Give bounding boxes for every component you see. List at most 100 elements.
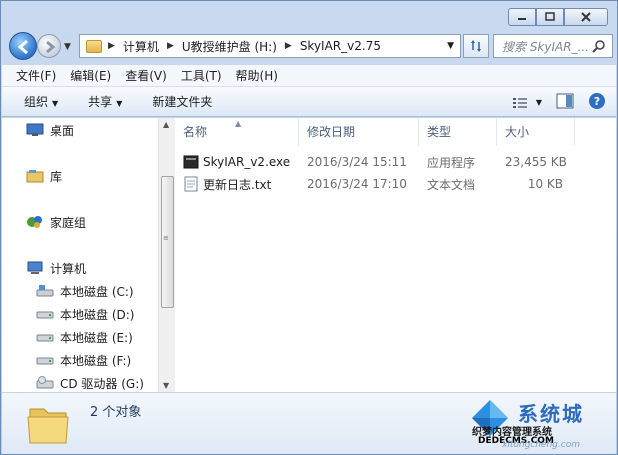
preview-pane-button[interactable] <box>556 93 574 112</box>
menu-edit[interactable]: 编辑(E) <box>70 67 111 84</box>
minimize-icon <box>518 18 526 20</box>
file-type: 应用程序 <box>427 155 476 170</box>
refresh-button[interactable] <box>463 34 489 58</box>
file-name-cell: SkyIAR_v2.exe <box>175 154 299 170</box>
scroll-down-icon[interactable]: ▼ <box>163 381 169 390</box>
nav-item-label: 本地磁盘 (F:) <box>60 353 132 368</box>
menu-view[interactable]: 查看(V) <box>125 67 167 84</box>
nav-item-drive-e[interactable]: 本地磁盘 (E:) <box>36 328 133 346</box>
share-button[interactable]: 共享 ▼ <box>88 93 122 110</box>
forward-button[interactable] <box>37 34 61 58</box>
column-header-date[interactable]: 修改日期 <box>299 118 419 146</box>
folder-icon <box>86 39 102 53</box>
navigation-pane: 桌面 库 家庭组 计算机 本地磁盘 (C:) 本地磁盘 (D:) 本地磁盘 (E… <box>2 118 175 392</box>
search-icon[interactable] <box>592 39 606 53</box>
details-view-icon <box>512 97 527 108</box>
nav-item-drive-f[interactable]: 本地磁盘 (F:) <box>36 351 131 369</box>
change-view-button[interactable]: ▼ <box>512 96 542 110</box>
file-date: 2016/3/24 17:10 <box>307 177 407 191</box>
file-row[interactable]: SkyIAR_v2.exe 2016/3/24 15:11 应用程序 23,45… <box>175 152 567 172</box>
watermark-text: xitongcheng.com <box>502 440 580 450</box>
nav-item-label: 本地磁盘 (C:) <box>60 284 134 299</box>
nav-item-label: 本地磁盘 (E:) <box>60 330 133 345</box>
system-drive-icon <box>36 285 54 297</box>
maximize-icon <box>545 12 555 21</box>
file-row[interactable]: 更新日志.txt 2016/3/24 17:10 文本文档 10 KB <box>175 174 567 194</box>
file-name: SkyIAR_v2.exe <box>203 155 291 169</box>
folder-icon <box>27 408 69 444</box>
caption-buttons <box>508 8 608 26</box>
close-button[interactable] <box>564 8 608 26</box>
nav-item-drive-c[interactable]: 本地磁盘 (C:) <box>36 282 134 300</box>
sort-ascending-icon: ▲ <box>235 119 242 128</box>
refresh-icon <box>471 40 481 52</box>
preview-pane-icon <box>556 93 574 109</box>
file-size: 23,455 KB <box>505 155 567 169</box>
organize-button[interactable]: 组织 ▼ <box>24 93 58 110</box>
nav-item-label: 计算机 <box>50 261 87 276</box>
menu-tools[interactable]: 工具(T) <box>181 67 222 84</box>
chevron-right-icon[interactable]: ▶ <box>285 41 292 51</box>
help-button[interactable]: ? <box>588 92 606 113</box>
column-label: 类型 <box>427 125 452 139</box>
nav-item-label: CD 驱动器 (G:) <box>60 376 144 391</box>
nav-item-homegroup[interactable]: 家庭组 <box>26 213 86 231</box>
file-type: 文本文档 <box>427 177 476 192</box>
exe-icon <box>183 155 199 169</box>
file-name: 更新日志.txt <box>203 177 272 192</box>
search-input[interactable]: 搜索 SkyIAR_... <box>493 34 613 58</box>
organize-label: 组织 <box>24 95 49 109</box>
column-header-size[interactable]: 大小 <box>497 118 575 146</box>
watermark: 系统城 织梦内容管理系统 DEDECMS.COM xitongcheng.com <box>468 396 608 450</box>
navigation-bar: ▼ ▶ 计算机 ▶ U教授维护盘 (H:) ▶ SkyIAR_v2.75 ▼ 搜… <box>7 31 613 61</box>
breadcrumb-folder[interactable]: SkyIAR_v2.75 <box>300 39 381 53</box>
drive-icon <box>36 357 54 365</box>
nav-item-drive-g[interactable]: CD 驱动器 (G:) <box>36 374 144 392</box>
scrollbar-thumb[interactable] <box>161 176 174 308</box>
chevron-right-icon[interactable]: ▶ <box>108 41 115 51</box>
breadcrumb-computer[interactable]: 计算机 <box>123 38 159 55</box>
address-bar[interactable]: ▶ 计算机 ▶ U教授维护盘 (H:) ▶ SkyIAR_v2.75 ▼ <box>79 34 461 58</box>
back-arrow-icon <box>17 39 28 55</box>
column-label: 名称 <box>183 125 208 139</box>
cd-drive-icon <box>36 376 54 389</box>
menu-file[interactable]: 文件(F) <box>16 67 56 84</box>
new-folder-label: 新建文件夹 <box>152 95 213 109</box>
recent-pages-dropdown[interactable]: ▼ <box>64 42 71 52</box>
scroll-up-icon[interactable]: ▲ <box>163 120 169 129</box>
nav-item-label: 桌面 <box>50 123 75 138</box>
drive-icon <box>36 334 54 342</box>
menu-bar: 文件(F) 编辑(E) 查看(V) 工具(T) 帮助(H) <box>2 65 616 87</box>
nav-scrollbar[interactable]: ▲ ≡ ▼ <box>158 118 175 392</box>
nav-item-desktop[interactable]: 桌面 <box>26 121 74 139</box>
item-count: 2 个对象 <box>90 405 142 420</box>
file-size: 10 KB <box>527 177 563 191</box>
back-button[interactable] <box>9 32 37 60</box>
maximize-button[interactable] <box>536 8 564 26</box>
chevron-right-icon[interactable]: ▶ <box>167 41 174 51</box>
breadcrumb-drive[interactable]: U教授维护盘 (H:) <box>182 38 277 55</box>
library-icon <box>26 170 44 183</box>
nav-item-computer[interactable]: 计算机 <box>26 259 86 277</box>
close-icon <box>581 12 591 22</box>
details-pane: 2 个对象 系统城 织梦内容管理系统 DEDECMS.COM xitongche… <box>2 392 616 454</box>
view-controls: ▼ ? <box>498 92 606 113</box>
nav-item-label: 家庭组 <box>50 215 87 230</box>
column-header-type[interactable]: 类型 <box>419 118 497 146</box>
explorer-window: ▼ ▶ 计算机 ▶ U教授维护盘 (H:) ▶ SkyIAR_v2.75 ▼ 搜… <box>0 0 618 455</box>
column-header-name[interactable]: ▲ 名称 <box>175 118 299 146</box>
help-icon: ? <box>589 93 605 109</box>
new-folder-button[interactable]: 新建文件夹 <box>152 93 212 110</box>
nav-item-label: 库 <box>50 169 63 184</box>
address-dropdown-icon[interactable]: ▼ <box>447 41 454 51</box>
nav-item-label: 本地磁盘 (D:) <box>60 307 135 322</box>
column-label: 大小 <box>505 125 530 139</box>
nav-item-drive-d[interactable]: 本地磁盘 (D:) <box>36 305 134 323</box>
nav-item-library[interactable]: 库 <box>26 167 62 185</box>
column-headers: ▲ 名称 修改日期 类型 大小 <box>175 118 616 146</box>
menu-help[interactable]: 帮助(H) <box>236 67 278 84</box>
computer-icon <box>27 261 43 274</box>
txt-icon <box>184 176 198 192</box>
minimize-button[interactable] <box>508 8 536 26</box>
forward-arrow-icon <box>46 40 56 54</box>
